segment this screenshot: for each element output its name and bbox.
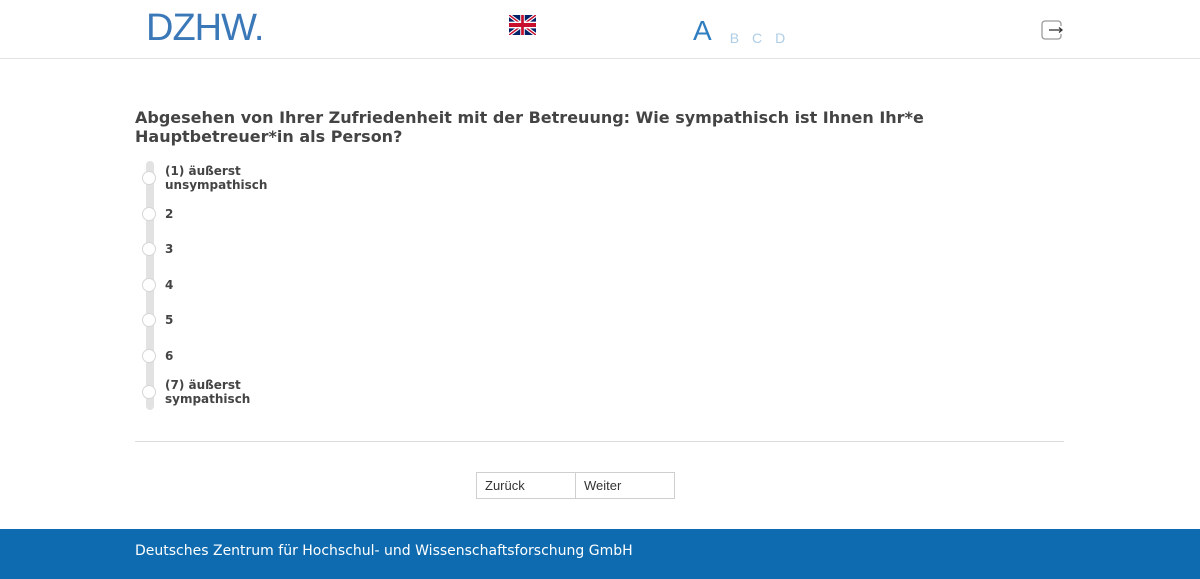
divider — [135, 441, 1064, 442]
radio-button[interactable] — [142, 313, 156, 327]
radio-button[interactable] — [142, 349, 156, 363]
option-label: 2 — [165, 207, 174, 221]
option-label: 6 — [165, 349, 174, 363]
footer: Deutsches Zentrum für Hochschul- und Wis… — [0, 529, 1200, 579]
option-7[interactable]: (7) äußerst sympathisch — [142, 378, 250, 406]
option-1[interactable]: (1) äußerst unsympathisch — [142, 164, 267, 192]
option-label: 3 — [165, 242, 174, 256]
logout-icon[interactable] — [1041, 20, 1063, 40]
option-label: 4 — [165, 278, 174, 292]
footer-text: Deutsches Zentrum für Hochschul- und Wis… — [135, 543, 633, 559]
navigation-buttons: Zurück Weiter — [476, 472, 675, 499]
option-label: (1) äußerst unsympathisch — [165, 164, 268, 192]
option-3[interactable]: 3 — [142, 241, 173, 257]
font-size-a[interactable]: A — [693, 16, 712, 46]
uk-flag-icon[interactable] — [509, 15, 536, 35]
back-button[interactable]: Zurück — [476, 472, 576, 499]
radio-button[interactable] — [142, 278, 156, 292]
radio-button[interactable] — [142, 385, 156, 399]
option-2[interactable]: 2 — [142, 206, 173, 222]
next-button[interactable]: Weiter — [576, 472, 675, 499]
option-label: 5 — [165, 313, 174, 327]
radio-button[interactable] — [142, 171, 156, 185]
question-text: Abgesehen von Ihrer Zufriedenheit mit de… — [135, 108, 924, 146]
font-size-b[interactable]: B — [730, 30, 739, 46]
dzhw-logo[interactable]: DZHW. — [146, 8, 264, 48]
font-size-switch: A B C D — [693, 12, 798, 47]
option-4[interactable]: 4 — [142, 277, 173, 293]
option-5[interactable]: 5 — [142, 312, 173, 328]
font-size-c[interactable]: C — [752, 30, 762, 46]
option-label: (7) äußerst sympathisch — [165, 378, 251, 406]
radio-button[interactable] — [142, 207, 156, 221]
font-size-d[interactable]: D — [775, 30, 785, 46]
option-6[interactable]: 6 — [142, 348, 173, 364]
radio-button[interactable] — [142, 242, 156, 256]
header: DZHW. A B C D — [0, 0, 1200, 59]
